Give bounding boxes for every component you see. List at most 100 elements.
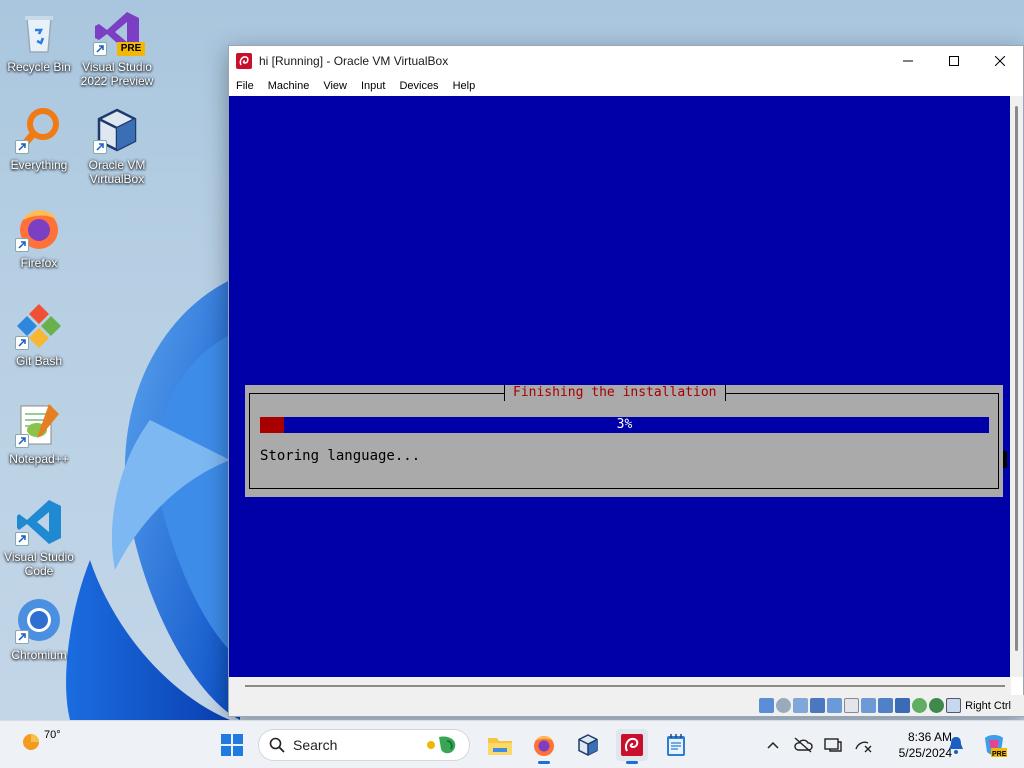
clock-date: 5/25/2024 (898, 746, 952, 760)
firefox-icon (534, 736, 554, 756)
recycle-bin-icon (15, 8, 63, 56)
virtualbox-vm-window: hi [Running] - Oracle VM VirtualBox File… (228, 45, 1024, 717)
search-label: Search (293, 737, 338, 753)
taskbar-vm-window[interactable] (616, 729, 648, 764)
firefox-icon (15, 204, 63, 252)
virtualbox-shortcut[interactable]: Oracle VM VirtualBox (78, 106, 156, 186)
display-tray-icon[interactable] (822, 734, 844, 756)
pre-badge: PRE (117, 42, 145, 56)
shortcut-arrow-icon (15, 238, 29, 252)
desktop-icon-label: Firefox (20, 256, 58, 270)
weather-sun-icon (23, 734, 39, 750)
everything-shortcut[interactable]: Everything (0, 106, 78, 172)
maximize-button[interactable] (931, 46, 977, 76)
display-icon[interactable] (861, 698, 877, 713)
vscode-shortcut[interactable]: Visual Studio Code (0, 498, 78, 578)
tray-overflow-chevron-icon[interactable] (762, 734, 784, 756)
menu-view[interactable]: View (323, 80, 347, 92)
start-button[interactable] (216, 729, 248, 761)
taskbar: 70° Search 8:36 AM 5/25/2024 PRE (0, 720, 1024, 768)
shortcut-arrow-icon (15, 434, 29, 448)
clock-time: 8:36 AM (907, 730, 952, 744)
vertical-scrollbar[interactable] (1010, 96, 1023, 677)
vm-os-icon (621, 734, 643, 756)
shortcut-arrow-icon (15, 336, 29, 350)
vt-x-icon[interactable] (895, 698, 911, 713)
virtualbox-icon (93, 106, 141, 154)
progress-percent: 3% (616, 417, 633, 432)
weather-widget[interactable]: 70° (20, 729, 61, 751)
weather-temperature: 70° (44, 729, 61, 741)
progress-bar: 3% (260, 417, 989, 433)
vscode-icon (15, 498, 63, 546)
optical-drive-icon[interactable] (776, 698, 792, 713)
desktop-icon-label: Chromium (11, 648, 67, 662)
clock[interactable]: 8:36 AM 5/25/2024 (874, 729, 952, 761)
visual-studio-icon: PRE (93, 8, 145, 56)
guest-additions-icon[interactable] (912, 698, 928, 713)
taskbar-file-explorer[interactable] (484, 729, 516, 761)
network-disconnected-icon[interactable] (852, 734, 874, 756)
notifications-bell-icon[interactable] (944, 729, 968, 761)
notepad-icon (667, 734, 685, 756)
installer-status-text: Storing language... (260, 448, 421, 464)
onedrive-offline-icon[interactable] (792, 734, 814, 756)
git-bash-icon (15, 302, 63, 350)
host-key-icon[interactable] (946, 698, 962, 713)
desktop-icon-label: Oracle VM VirtualBox (88, 158, 146, 186)
menu-devices[interactable]: Devices (399, 80, 438, 92)
firefox-shortcut[interactable]: Firefox (0, 204, 78, 270)
menu-file[interactable]: File (236, 80, 254, 92)
menu-bar: File Machine View Input Devices Help (229, 76, 1023, 95)
hard-disk-icon[interactable] (759, 698, 775, 713)
desktop-icon-label: Git Bash (15, 354, 63, 368)
desktop: Recycle Bin PRE Visual Studio 2022 Previ… (0, 0, 1024, 720)
shortcut-arrow-icon (15, 532, 29, 546)
notepad-plus-plus-icon (15, 400, 63, 448)
copilot-pre-icon[interactable]: PRE (978, 729, 1010, 761)
shared-folders-icon[interactable] (844, 698, 860, 713)
installer-dialog: Finishing the installation 3% Storing la… (245, 385, 1003, 497)
window-titlebar[interactable]: hi [Running] - Oracle VM VirtualBox (229, 46, 1023, 76)
desktop-icon-label: Visual Studio Code (4, 550, 74, 578)
search-highlight-icon (427, 736, 456, 754)
chromium-shortcut[interactable]: Chromium (0, 596, 78, 662)
menu-machine[interactable]: Machine (268, 80, 310, 92)
desktop-icon-label: Everything (10, 158, 68, 172)
vm-status-bar: Right Ctrl (229, 695, 1024, 716)
vm-os-icon (236, 53, 252, 69)
taskbar-virtualbox[interactable] (572, 729, 604, 761)
notepad-plus-plus-shortcut[interactable]: Notepad++ (0, 400, 78, 466)
mouse-integration-icon[interactable] (929, 698, 945, 713)
recycle-bin-shortcut[interactable]: Recycle Bin (0, 8, 78, 74)
minimize-button[interactable] (885, 46, 931, 76)
window-controls (885, 46, 1023, 76)
host-key-label: Right Ctrl (965, 699, 1011, 712)
close-button[interactable] (977, 46, 1023, 76)
desktop-icon-label: Notepad++ (9, 452, 69, 466)
window-title: hi [Running] - Oracle VM VirtualBox (259, 54, 449, 68)
chromium-icon (15, 596, 63, 644)
video-capture-icon[interactable] (878, 698, 894, 713)
horizontal-scrollbar[interactable] (229, 677, 1011, 695)
vm-display[interactable]: Finishing the installation 3% Storing la… (229, 96, 1011, 677)
git-bash-shortcut[interactable]: Git Bash (0, 302, 78, 368)
dialog-frame (249, 393, 999, 489)
everything-icon (15, 106, 63, 154)
desktop-icon-label: Recycle Bin (7, 60, 71, 74)
file-explorer-icon (488, 738, 512, 755)
svg-text:PRE: PRE (992, 751, 1007, 758)
visual-studio-preview-shortcut[interactable]: PRE Visual Studio 2022 Preview (78, 8, 156, 88)
dialog-title: Finishing the installation (504, 385, 726, 401)
taskbar-firefox[interactable] (528, 729, 560, 764)
menu-help[interactable]: Help (453, 80, 476, 92)
shortcut-arrow-icon (93, 42, 107, 56)
audio-icon[interactable] (793, 698, 809, 713)
network-icon[interactable] (810, 698, 826, 713)
usb-icon[interactable] (827, 698, 843, 713)
menu-input[interactable]: Input (361, 80, 385, 92)
shortcut-arrow-icon (93, 140, 107, 154)
taskbar-search[interactable]: Search (258, 729, 470, 761)
virtualbox-icon (578, 734, 598, 756)
taskbar-notepad[interactable] (660, 729, 692, 761)
